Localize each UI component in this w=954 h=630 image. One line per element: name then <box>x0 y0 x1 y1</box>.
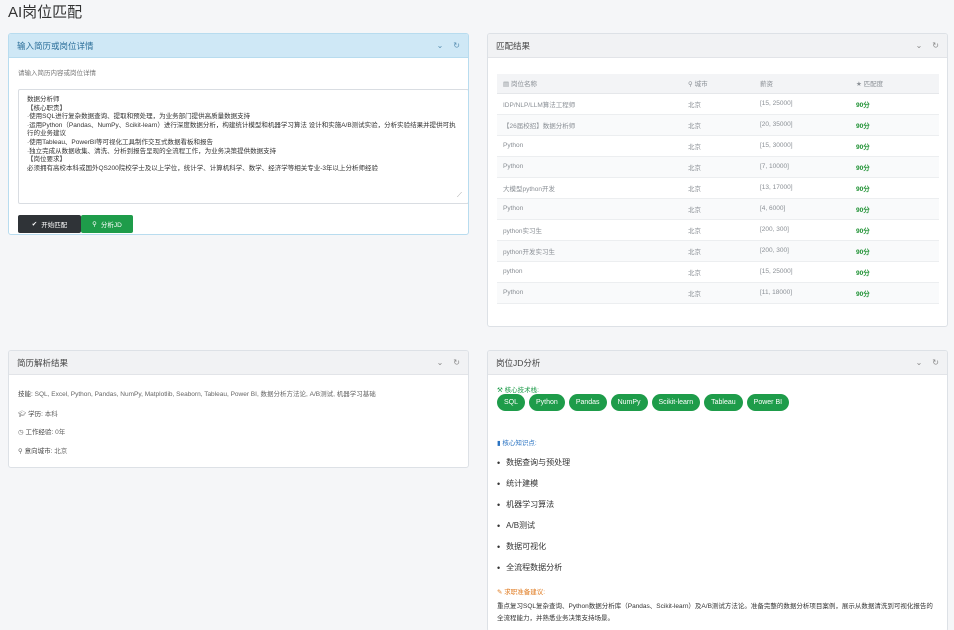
tech-chip: Scikit-learn <box>651 394 701 411</box>
collapse-icon[interactable]: ⌄ <box>437 358 444 367</box>
education-line: 🎓︎ 学历: 本科 <box>18 411 58 418</box>
jd-panel-header: 岗位JD分析 ⌄ ↻ <box>488 351 947 375</box>
skills-line: 技能: SQL, Excel, Python, Pandas, NumPy, M… <box>18 391 376 398</box>
jd-panel-title: 岗位JD分析 <box>496 357 541 368</box>
tech-chip: Tableau <box>704 394 743 411</box>
input-label: 请输入简历内容或岗位详情 <box>18 70 96 77</box>
col-salary[interactable]: 薪资 <box>754 74 850 94</box>
table-row[interactable]: 大模型python开发 北京 [13, 17000] 90分 <box>497 177 939 199</box>
knowledge-list: 数据查询与预处理 统计建模 机器学习算法 A/B测试 数据可视化 全流程数据分析 <box>497 452 570 578</box>
resume-panel-title: 简历解析结果 <box>17 357 69 368</box>
analyze-jd-button[interactable]: ⚲ 分析JD <box>81 215 133 233</box>
match-panel-header: 匹配结果 ⌄ ↻ <box>488 34 947 58</box>
knowledge-title: ▮ 核心知识点: <box>497 440 537 447</box>
table-row[interactable]: Python 北京 [11, 18000] 90分 <box>497 282 939 304</box>
match-table: ▤ 岗位名称 ⚲ 城市 薪资 ★ 匹配度 IDP/NLP/LLM算法工程师 北京[… <box>497 74 939 304</box>
list-item: 数据查询与预处理 <box>497 452 570 473</box>
match-panel: 匹配结果 ⌄ ↻ ▤ 岗位名称 ⚲ 城市 薪资 ★ 匹配度 IDP/NLP/LL… <box>487 33 948 327</box>
col-match[interactable]: ★ 匹配度 <box>850 74 939 94</box>
location-icon: ⚲ <box>18 448 25 455</box>
table-row[interactable]: Python 北京 [4, 6000] 90分 <box>497 198 939 220</box>
resize-handle-icon[interactable]: ⟋ <box>457 192 462 200</box>
list-item: 机器学习算法 <box>497 494 570 515</box>
start-match-button[interactable]: ✔ 开始匹配 <box>18 215 81 233</box>
list-item: 数据可视化 <box>497 536 570 557</box>
refresh-icon[interactable]: ↻ <box>932 358 939 367</box>
tech-stack-title: ⚒ 核心技术栈: <box>497 387 539 394</box>
city-line: ⚲ 意向城市: 北京 <box>18 448 68 455</box>
resume-panel-header: 简历解析结果 ⌄ ↻ <box>9 351 468 375</box>
table-row[interactable]: python开发实习生 北京 [200, 300] 90分 <box>497 240 939 262</box>
code-icon: ⚒ <box>497 387 505 394</box>
col-city[interactable]: ⚲ 城市 <box>682 74 754 94</box>
collapse-icon[interactable]: ⌄ <box>916 358 923 367</box>
table-row[interactable]: IDP/NLP/LLM算法工程师 北京 [15, 25000] 90分 <box>497 93 939 115</box>
advice-title: ✎ 求职准备建议: <box>497 589 546 596</box>
briefcase-icon: ▤ <box>503 81 511 89</box>
search-icon: ⚲ <box>92 221 97 228</box>
refresh-icon[interactable]: ↻ <box>453 41 460 50</box>
page-title: AI岗位匹配 <box>8 4 83 21</box>
tech-chip: Power BI <box>746 394 790 411</box>
input-panel: 输入简历或岗位详情 ⌄ ↻ 请输入简历内容或岗位详情 数据分析师 【核心职责】 … <box>8 33 469 235</box>
collapse-icon[interactable]: ⌄ <box>916 41 923 50</box>
table-row[interactable]: 【26届校招】数据分析师 北京 [20, 35000] 90分 <box>497 114 939 136</box>
list-item: 统计建模 <box>497 473 570 494</box>
table-row[interactable]: python 北京 [15, 25000] 90分 <box>497 261 939 283</box>
advice-text: 重点复习SQL复杂查询、Python数据分析库（Pandas、Scikit-le… <box>497 603 933 622</box>
list-item: A/B测试 <box>497 515 570 536</box>
table-row[interactable]: Python 北京 [7, 10000] 90分 <box>497 156 939 178</box>
tech-chip: Pandas <box>568 394 607 411</box>
col-job-name[interactable]: ▤ 岗位名称 <box>497 74 682 94</box>
input-panel-title: 输入简历或岗位详情 <box>17 40 94 51</box>
resume-textarea[interactable]: 数据分析师 【核心职责】 ·使用SQL进行复杂数据查询、提取和预处理，为业务部门… <box>18 89 468 204</box>
tech-chip: NumPy <box>610 394 648 411</box>
list-item: 全流程数据分析 <box>497 557 570 578</box>
experience-line: ◷ 工作经验: 0年 <box>18 429 66 436</box>
graduation-cap-icon: 🎓︎ <box>18 411 29 418</box>
refresh-icon[interactable]: ↻ <box>453 358 460 367</box>
refresh-icon[interactable]: ↻ <box>932 41 939 50</box>
tech-chip: SQL <box>497 394 526 411</box>
tech-chips: SQL Python Pandas NumPy Scikit-learn Tab… <box>497 394 790 411</box>
table-row[interactable]: python实习生 北京 [200, 300] 90分 <box>497 219 939 241</box>
collapse-icon[interactable]: ⌄ <box>437 41 444 50</box>
resume-panel: 简历解析结果 ⌄ ↻ 技能: SQL, Excel, Python, Panda… <box>8 350 469 468</box>
check-icon: ✔ <box>31 221 38 228</box>
match-panel-title: 匹配结果 <box>496 40 531 51</box>
star-icon: ★ <box>856 81 864 89</box>
table-row[interactable]: Python 北京 [15, 30000] 90分 <box>497 135 939 157</box>
input-panel-header: 输入简历或岗位详情 ⌄ ↻ <box>9 34 468 58</box>
jd-panel: 岗位JD分析 ⌄ ↻ ⚒ 核心技术栈: SQL Python Pandas Nu… <box>487 350 948 630</box>
tech-chip: Python <box>529 394 565 411</box>
location-icon: ⚲ <box>688 81 695 89</box>
